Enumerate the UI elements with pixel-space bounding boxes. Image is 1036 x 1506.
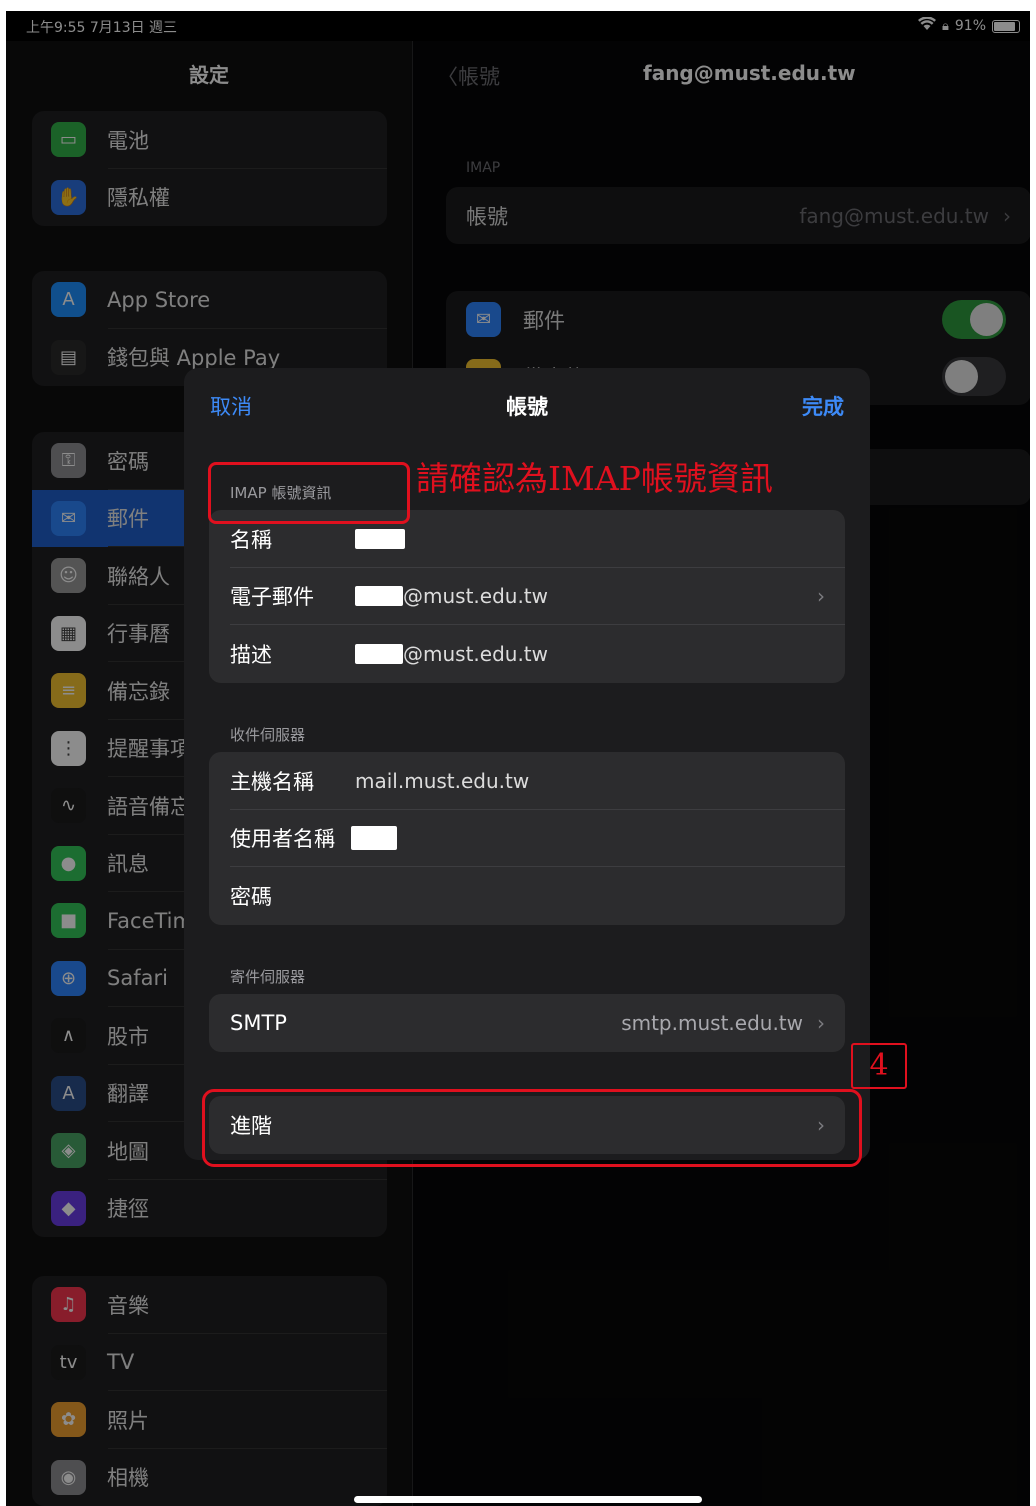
outgoing-server-section-header: 寄件伺服器 [230, 968, 306, 986]
username-label: 使用者名稱 [230, 827, 335, 852]
ipad-screen: 上午9:55 7月13日 週三 🔒︎ 91% 設定 ▭ 電池 ✋ 隱私權 A App St… [6, 11, 1030, 1506]
description-value[interactable]: @must.edu.tw [355, 642, 548, 666]
imap-info-group: 名稱 電子郵件 @must.edu.tw › 描述 @must.edu.tw [209, 510, 845, 683]
done-button[interactable]: 完成 [802, 391, 844, 421]
redaction [355, 586, 403, 607]
hostname-value[interactable]: mail.must.edu.tw [355, 769, 529, 793]
sheet-title: 帳號 [506, 395, 548, 419]
smtp-label: SMTP [230, 1010, 287, 1035]
email-row[interactable]: 電子郵件 @must.edu.tw › [209, 568, 845, 625]
name-value[interactable] [355, 528, 405, 549]
chevron-right-icon: › [817, 584, 825, 609]
username-row[interactable]: 使用者名稱 [209, 810, 845, 867]
incoming-server-section-header: 收件伺服器 [230, 726, 306, 744]
email-value: @must.edu.tw [355, 584, 548, 608]
step-number: 4 [851, 1043, 907, 1089]
advanced-highlight [202, 1089, 862, 1167]
incoming-server-group: 主機名稱 mail.must.edu.tw 使用者名稱 密碼 [209, 752, 845, 925]
home-indicator [354, 1496, 702, 1503]
name-label: 名稱 [230, 527, 272, 552]
hostname-row[interactable]: 主機名稱 mail.must.edu.tw [209, 752, 845, 810]
password-row[interactable]: 密碼 [209, 867, 845, 925]
description-domain: @must.edu.tw [403, 641, 549, 666]
smtp-value: smtp.must.edu.tw [621, 1010, 803, 1035]
annotation-note: 請確認為IMAP帳號資訊 [416, 459, 773, 498]
redaction [351, 826, 397, 851]
email-domain: @must.edu.tw [403, 584, 549, 609]
outgoing-server-group: SMTP smtp.must.edu.tw › [209, 994, 845, 1052]
smtp-row[interactable]: SMTP smtp.must.edu.tw › [209, 994, 845, 1052]
imap-section-highlight [208, 462, 410, 524]
redaction [355, 643, 403, 664]
hostname-label: 主機名稱 [230, 769, 314, 794]
chevron-right-icon: › [817, 1010, 825, 1035]
username-value[interactable] [351, 826, 397, 851]
description-label: 描述 [230, 642, 272, 667]
redaction [355, 528, 405, 549]
email-label: 電子郵件 [230, 585, 314, 610]
description-row[interactable]: 描述 @must.edu.tw [209, 625, 845, 683]
password-label: 密碼 [230, 884, 272, 909]
